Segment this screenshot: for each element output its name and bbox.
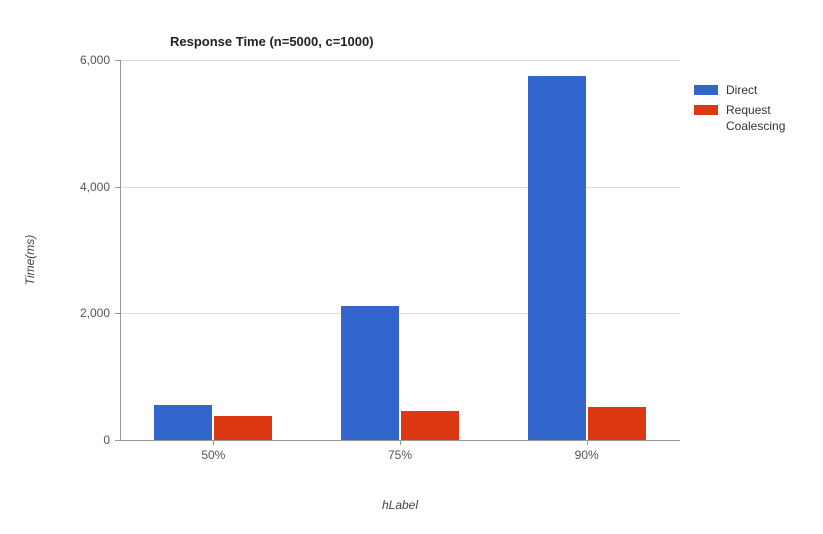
- bar-direct: [341, 306, 399, 440]
- bar-direct: [154, 405, 212, 440]
- chart-title: Response Time (n=5000, c=1000): [170, 34, 374, 49]
- x-tick-label: 50%: [201, 448, 225, 462]
- legend-item-direct: Direct: [694, 82, 814, 98]
- bar-direct: [528, 76, 586, 440]
- legend-swatch-direct: [694, 85, 718, 95]
- legend-label-direct: Direct: [726, 82, 814, 98]
- grid-line: [120, 60, 680, 61]
- x-tick-mark: [213, 440, 214, 445]
- legend-swatch-coalescing: [694, 105, 718, 115]
- bar-coalescing: [214, 416, 272, 440]
- grid-line: [120, 313, 680, 314]
- plot-area: 02,0004,0006,00050%75%90%: [120, 60, 680, 440]
- legend-item-coalescing: Request Coalescing: [694, 102, 814, 134]
- x-tick-mark: [400, 440, 401, 445]
- y-axis-line: [120, 60, 121, 440]
- x-tick-label: 90%: [575, 448, 599, 462]
- bar-coalescing: [401, 411, 459, 440]
- y-axis-label: Time(ms): [23, 235, 37, 286]
- x-tick-mark: [587, 440, 588, 445]
- legend: Direct Request Coalescing: [694, 82, 814, 139]
- y-tick-label: 6,000: [80, 53, 110, 67]
- chart-container: Response Time (n=5000, c=1000) Time(ms) …: [0, 0, 823, 534]
- bar-coalescing: [588, 407, 646, 440]
- x-axis-label: hLabel: [382, 498, 418, 512]
- grid-line: [120, 187, 680, 188]
- x-tick-label: 75%: [388, 448, 412, 462]
- y-tick-label: 4,000: [80, 180, 110, 194]
- y-tick-label: 0: [103, 433, 110, 447]
- legend-label-coalescing: Request Coalescing: [726, 102, 814, 134]
- y-tick-label: 2,000: [80, 306, 110, 320]
